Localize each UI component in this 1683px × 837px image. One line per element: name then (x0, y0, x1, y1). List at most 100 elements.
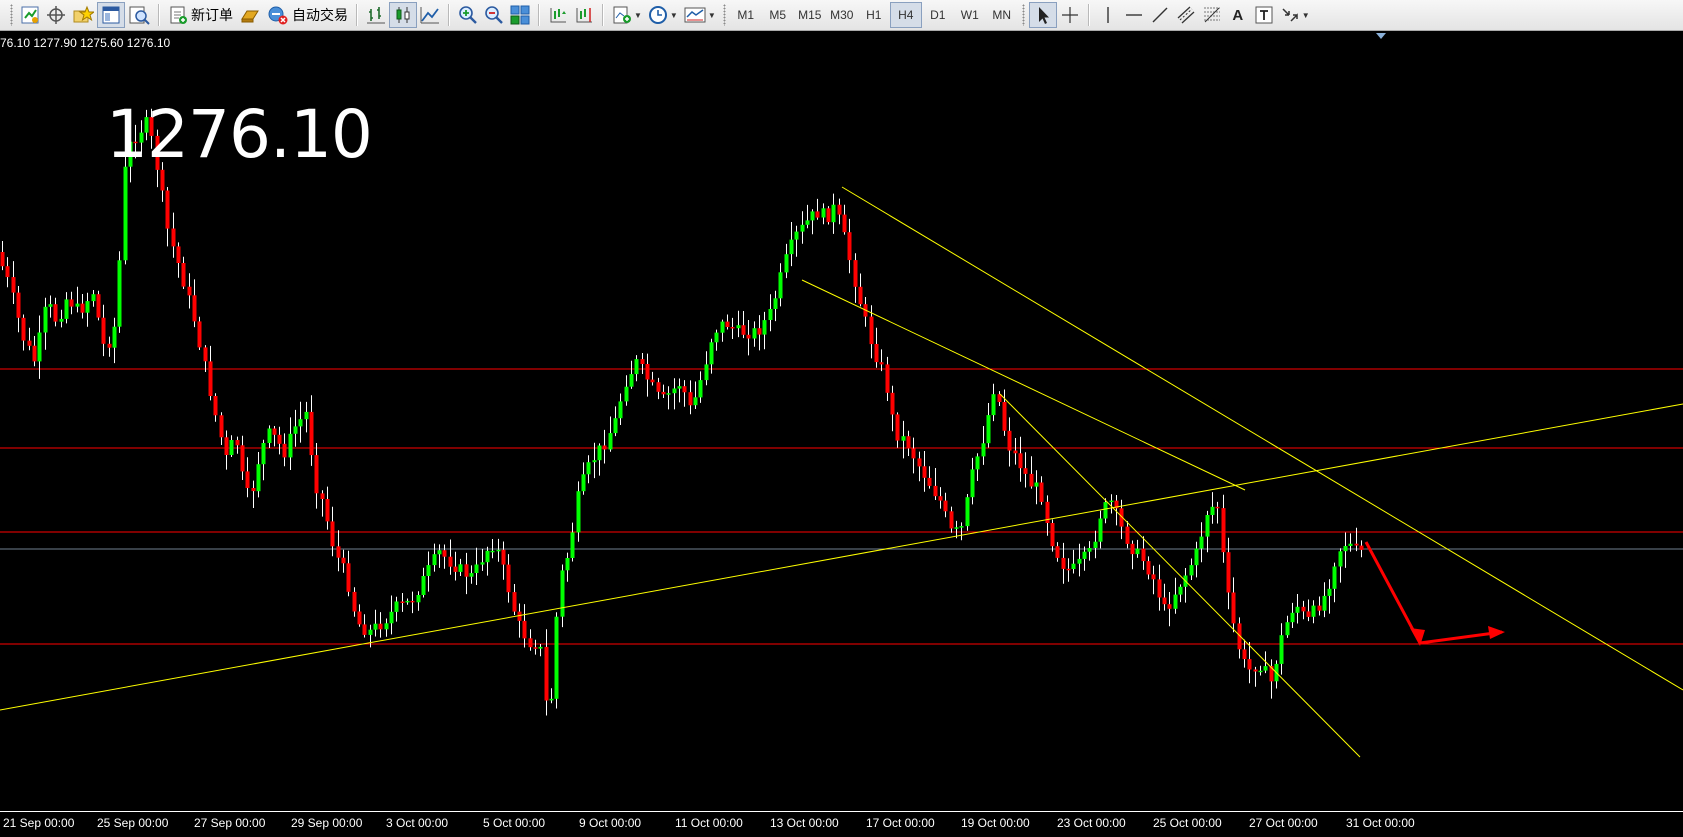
cursor-arrow-icon (1033, 5, 1053, 25)
timeframe-m15-button[interactable]: M15 (794, 2, 826, 28)
candle (720, 319, 725, 342)
auto-scroll-button[interactable] (545, 2, 571, 28)
trendline-button[interactable] (1147, 2, 1173, 28)
candle-body-bear (192, 295, 197, 322)
candle-body-bull (91, 294, 96, 302)
candle (1269, 659, 1274, 699)
candle (986, 403, 991, 448)
arrows-icon (1280, 5, 1300, 25)
timeframe-d1-button[interactable]: D1 (922, 2, 954, 28)
timeframe-m30-button[interactable]: M30 (826, 2, 858, 28)
candle (362, 614, 367, 638)
candle (1343, 532, 1348, 568)
candle-body-bull (1093, 541, 1098, 548)
candle-body-bear (1231, 592, 1236, 624)
periodicity-button[interactable]: ▼ (645, 2, 681, 28)
candle-body-bull (975, 456, 980, 470)
new-order-button[interactable]: 新订单 (165, 2, 236, 28)
candle-body-bear (661, 391, 666, 395)
candle (666, 386, 671, 410)
fibonacci-button[interactable] (1199, 2, 1225, 28)
timeframe-m1-button[interactable]: M1 (730, 2, 762, 28)
candle (464, 552, 469, 595)
navigator-button[interactable] (43, 2, 69, 28)
text-label-button[interactable] (1251, 2, 1277, 28)
candle (842, 204, 847, 235)
candle-body-bull (368, 629, 373, 635)
candle-body-bear (837, 204, 842, 215)
data-window-button[interactable] (125, 2, 153, 28)
toolbar-grip[interactable] (10, 4, 13, 26)
candle-body-bull (267, 428, 272, 443)
candle-body-bull (597, 445, 602, 461)
toolbar-grip[interactable] (722, 4, 726, 26)
timeframe-h1-button[interactable]: H1 (858, 2, 890, 28)
favorites-button[interactable] (69, 2, 97, 28)
arrowhead-right (1488, 626, 1505, 639)
metaeditor-button[interactable] (236, 2, 264, 28)
candle-body-bear (1066, 568, 1071, 571)
auto-scroll-icon (548, 5, 568, 25)
candle-body-bull (43, 306, 48, 333)
candle (1125, 521, 1130, 549)
text-tool-button[interactable]: A (1225, 2, 1251, 28)
chevron-down-icon: ▼ (707, 10, 716, 20)
timeframe-h4-button[interactable]: H4 (889, 2, 922, 28)
chart-shift-marker[interactable] (1376, 33, 1386, 39)
arrows-button[interactable]: ▼ (1277, 2, 1313, 28)
candle-body-bear (933, 485, 938, 497)
tile-windows-button[interactable] (507, 2, 533, 28)
crosshair-tool-button[interactable] (1057, 2, 1083, 28)
zoom-in-button[interactable] (455, 2, 481, 28)
candle (1071, 549, 1076, 574)
candlestick-button[interactable] (389, 2, 417, 28)
candle (1066, 558, 1071, 582)
candle-body-bull (304, 411, 309, 420)
timeframe-w1-button[interactable]: W1 (954, 2, 986, 28)
candle-body-bull (432, 554, 437, 566)
candle (554, 612, 559, 709)
candle (922, 451, 927, 492)
timeframe-m5-button[interactable]: M5 (762, 2, 794, 28)
candle-body-bear (1306, 611, 1311, 617)
candle (970, 457, 975, 505)
candle (789, 222, 794, 267)
candle-body-bear (757, 328, 762, 335)
candle (181, 256, 186, 289)
horizontal-line-button[interactable] (1121, 2, 1147, 28)
candle (858, 273, 863, 307)
price-chart[interactable]: 76.10 1277.90 1275.60 1276.10 1276.10 21… (0, 32, 1683, 837)
timeframe-mn-button[interactable]: MN (986, 2, 1018, 28)
candle (197, 316, 202, 350)
zoom-out-button[interactable] (481, 2, 507, 28)
vertical-line-button[interactable] (1095, 2, 1121, 28)
time-axis-label: 9 Oct 00:00 (579, 816, 642, 830)
indicators-button[interactable]: ▼ (609, 2, 645, 28)
candle (53, 297, 58, 327)
line-chart-icon (420, 5, 440, 25)
candle (245, 457, 250, 498)
candle-body-bear (682, 386, 687, 393)
cursor-tool-button[interactable] (1028, 2, 1057, 28)
candle-body-bull (714, 332, 719, 343)
candle (943, 492, 948, 518)
candle (416, 591, 421, 611)
chart-shift-button[interactable] (571, 2, 597, 28)
line-chart-button[interactable] (417, 2, 443, 28)
candle (512, 584, 517, 615)
candle-body-bear (1023, 468, 1028, 474)
toolbar-grip[interactable] (1021, 4, 1025, 26)
candle-body-bear (453, 566, 458, 572)
bar-chart-button[interactable] (363, 2, 389, 28)
candle (1338, 548, 1343, 583)
new-chart-button[interactable] (17, 2, 43, 28)
market-watch-button[interactable] (97, 2, 125, 28)
channel-icon (1176, 5, 1196, 25)
candle (453, 551, 458, 581)
equidistant-channel-button[interactable] (1173, 2, 1199, 28)
time-axis-label: 13 Oct 00:00 (770, 816, 839, 830)
templates-button[interactable]: ▼ (681, 2, 719, 28)
candle-body-bull (810, 211, 815, 221)
candle (725, 314, 730, 330)
auto-trading-button[interactable]: 自动交易 (264, 2, 351, 28)
